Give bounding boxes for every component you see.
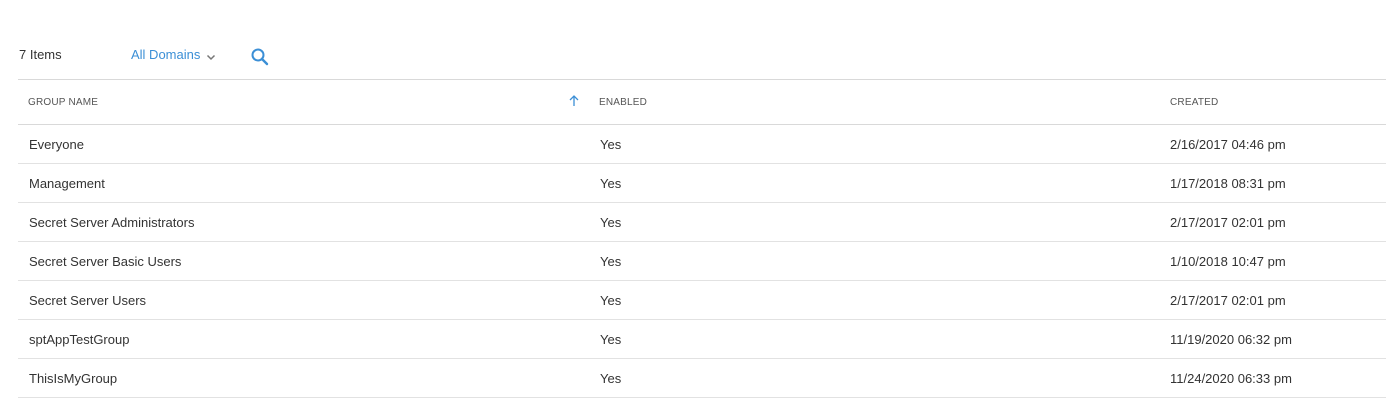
column-header-created[interactable]: CREATED [1170,80,1218,124]
table-row[interactable]: Secret Server Basic Users Yes 1/10/2018 … [18,242,1386,281]
item-count: 7 Items [19,47,62,62]
table-row[interactable]: Secret Server Users Yes 2/17/2017 02:01 … [18,281,1386,320]
created-cell: 2/16/2017 04:46 pm [1170,136,1286,152]
table-header: GROUP NAME ENABLED CREATED [18,80,1386,125]
created-cell: 2/17/2017 02:01 pm [1170,214,1286,230]
enabled-cell: Yes [600,253,622,269]
enabled-cell: Yes [600,175,622,191]
created-cell: 1/10/2018 10:47 pm [1170,253,1286,269]
created-cell: 11/19/2020 06:32 pm [1170,331,1292,347]
enabled-cell: Yes [600,370,622,386]
column-header-enabled[interactable]: ENABLED [599,80,647,124]
enabled-cell: Yes [600,331,622,347]
toolbar: 7 Items All Domains [0,38,1386,74]
search-button[interactable] [250,47,270,67]
table-row[interactable]: Management Yes 1/17/2018 08:31 pm [18,164,1386,203]
groups-table: GROUP NAME ENABLED CREATED Everyone Yes … [18,79,1386,398]
created-cell: 1/17/2018 08:31 pm [1170,175,1286,191]
group-name-cell[interactable]: Secret Server Users [29,281,146,319]
created-cell: 11/24/2020 06:33 pm [1170,370,1292,386]
enabled-cell: Yes [600,292,622,308]
domain-filter-label: All Domains [131,47,201,62]
domain-filter-dropdown[interactable]: All Domains [131,47,216,62]
group-name-cell[interactable]: Management [29,164,105,202]
group-name-cell[interactable]: Secret Server Administrators [29,203,194,241]
enabled-cell: Yes [600,214,622,230]
search-icon [250,48,270,71]
created-cell: 2/17/2017 02:01 pm [1170,292,1286,308]
table-row[interactable]: ThisIsMyGroup Yes 11/24/2020 06:33 pm [18,359,1386,398]
table-row[interactable]: Secret Server Administrators Yes 2/17/20… [18,203,1386,242]
group-name-cell[interactable]: ThisIsMyGroup [29,359,117,397]
table-row[interactable]: sptAppTestGroup Yes 11/19/2020 06:32 pm [18,320,1386,359]
enabled-cell: Yes [600,136,622,152]
column-header-group-name[interactable]: GROUP NAME [28,80,98,124]
chevron-down-icon [206,50,216,60]
table-row[interactable]: Everyone Yes 2/16/2017 04:46 pm [18,125,1386,164]
group-name-cell[interactable]: Secret Server Basic Users [29,242,181,280]
group-name-cell[interactable]: Everyone [29,125,84,163]
arrow-up-icon[interactable] [568,94,580,108]
group-name-cell[interactable]: sptAppTestGroup [29,320,129,358]
